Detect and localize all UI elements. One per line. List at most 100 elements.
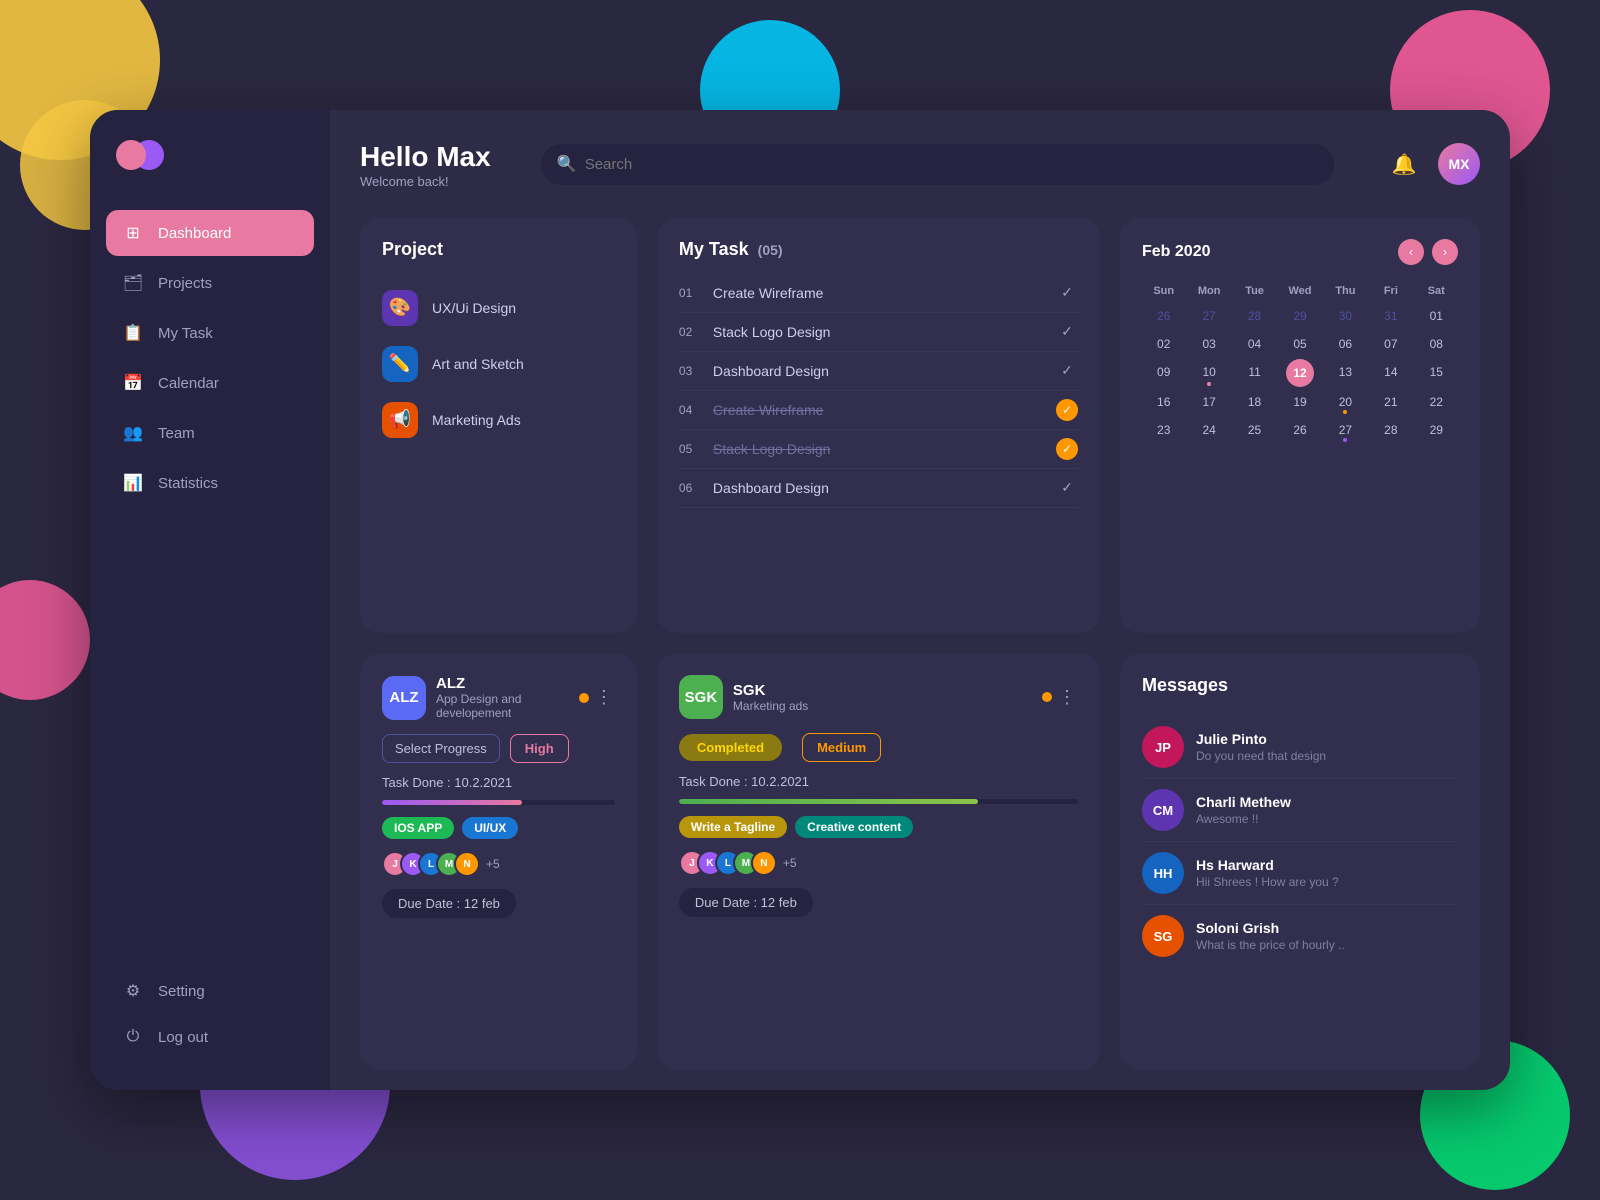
cal-day[interactable]: 07 [1369, 331, 1412, 357]
search-container: 🔍 [541, 144, 1334, 185]
statistics-icon: 📊 [122, 472, 144, 494]
cal-day[interactable]: 09 [1142, 359, 1185, 387]
task-item-6[interactable]: 06 Dashboard Design ✓ [679, 469, 1078, 508]
sidebar-item-mytask[interactable]: 📋 My Task [106, 310, 314, 356]
cal-day-today[interactable]: 12 [1278, 359, 1321, 387]
project-name-ux: UX/Ui Design [432, 300, 516, 316]
cal-day[interactable]: 18 [1233, 389, 1276, 415]
cal-day[interactable]: 15 [1415, 359, 1458, 387]
project-item-marketing[interactable]: 📢 Marketing Ads [382, 392, 615, 448]
cal-day[interactable]: 21 [1369, 389, 1412, 415]
cal-day[interactable]: 17 [1187, 389, 1230, 415]
msg-avatar-1: JP [1142, 726, 1184, 768]
cal-day[interactable]: 29 [1278, 303, 1321, 329]
task-item-4[interactable]: 04 Create Wireframe ✓ [679, 391, 1078, 430]
greeting-subtitle: Welcome back! [360, 174, 491, 189]
cal-day[interactable]: 06 [1324, 331, 1367, 357]
task-card-title: My Task (05) [679, 239, 783, 260]
cal-day[interactable]: 08 [1415, 331, 1458, 357]
cal-header-tue: Tue [1233, 281, 1276, 301]
msg-name-4: Soloni Grish [1196, 920, 1345, 936]
cal-day-27[interactable]: 27 [1324, 417, 1367, 443]
alz-avatar-5: N [454, 851, 480, 877]
msg-preview-1: Do you need that design [1196, 749, 1326, 763]
cal-day[interactable]: 26 [1278, 417, 1321, 443]
alz-name: ALZ [436, 675, 579, 692]
user-avatar-button[interactable]: MX [1438, 143, 1480, 185]
calendar-prev-button[interactable]: ‹ [1398, 239, 1424, 265]
cal-day[interactable]: 01 [1415, 303, 1458, 329]
alz-task-done: Task Done : 10.2.2021 [382, 775, 615, 790]
project-card-title: Project [382, 239, 615, 260]
cal-day[interactable]: 28 [1233, 303, 1276, 329]
sidebar-label-projects: Projects [158, 275, 212, 292]
header: Hello Max Welcome back! 🔍 🔔 MX [360, 140, 1480, 189]
sidebar-label-dashboard: Dashboard [158, 225, 231, 242]
cal-day[interactable]: 22 [1415, 389, 1458, 415]
sidebar-item-projects[interactable]: 🗂 Projects [106, 260, 314, 306]
calendar-next-button[interactable]: › [1432, 239, 1458, 265]
cal-day-20[interactable]: 20 [1324, 389, 1367, 415]
cal-day[interactable]: 31 [1369, 303, 1412, 329]
cal-day[interactable]: 23 [1142, 417, 1185, 443]
sidebar-item-calendar[interactable]: 📅 Calendar [106, 360, 314, 406]
sidebar-label-logout: Log out [158, 1029, 208, 1046]
calendar-card: Feb 2020 ‹ › Sun Mon Tue Wed Thu Fri Sat… [1120, 217, 1480, 634]
cal-day[interactable]: 04 [1233, 331, 1276, 357]
msg-preview-4: What is the price of hourly .. [1196, 938, 1345, 952]
task-item-1[interactable]: 01 Create Wireframe ✓ [679, 274, 1078, 313]
cal-day[interactable]: 02 [1142, 331, 1185, 357]
cal-day[interactable]: 11 [1233, 359, 1276, 387]
sgk-dot-menu[interactable]: ⋮ [1058, 687, 1078, 708]
sidebar-item-team[interactable]: 👥 Team [106, 410, 314, 456]
logout-icon: ⏻ [122, 1026, 144, 1048]
project-icon-ux: 🎨 [382, 290, 418, 326]
sidebar-item-logout[interactable]: ⏻ Log out [106, 1014, 314, 1060]
project-item-ux[interactable]: 🎨 UX/Ui Design [382, 280, 615, 336]
sidebar-item-setting[interactable]: ⚙ Setting [106, 968, 314, 1014]
cal-day[interactable]: 27 [1187, 303, 1230, 329]
msg-avatar-4: SG [1142, 915, 1184, 957]
cal-day[interactable]: 26 [1142, 303, 1185, 329]
msg-item-1[interactable]: JP Julie Pinto Do you need that design [1142, 716, 1458, 779]
msg-item-2[interactable]: CM Charli Methew Awesome !! [1142, 779, 1458, 842]
cal-day[interactable]: 24 [1187, 417, 1230, 443]
sgk-due-date-badge: Due Date : 12 feb [679, 888, 813, 917]
alz-dot-menu[interactable]: ⋮ [595, 687, 615, 708]
notifications-button[interactable]: 🔔 [1384, 144, 1424, 184]
cal-day[interactable]: 28 [1369, 417, 1412, 443]
setting-icon: ⚙ [122, 980, 144, 1002]
msg-item-3[interactable]: HH Hs Harward Hii Shrees ! How are you ? [1142, 842, 1458, 905]
sgk-menu: ⋮ [1042, 687, 1078, 708]
msg-avatar-3: HH [1142, 852, 1184, 894]
alz-progress-select[interactable]: Select Progress [382, 734, 500, 763]
task-item-3[interactable]: 03 Dashboard Design ✓ [679, 352, 1078, 391]
cal-day[interactable]: 05 [1278, 331, 1321, 357]
task-item-5[interactable]: 05 Stack Logo Design ✓ [679, 430, 1078, 469]
sgk-tag-tagline: Write a Tagline [679, 816, 787, 838]
sidebar-item-statistics[interactable]: 📊 Statistics [106, 460, 314, 506]
alz-priority-badge: High [510, 734, 569, 763]
cal-day[interactable]: 30 [1324, 303, 1367, 329]
cal-day[interactable]: 13 [1324, 359, 1367, 387]
sidebar-label-calendar: Calendar [158, 375, 219, 392]
search-input[interactable] [541, 144, 1334, 185]
alz-due-date-badge: Due Date : 12 feb [382, 889, 516, 918]
cal-day[interactable]: 29 [1415, 417, 1458, 443]
task-card-header: My Task (05) [679, 239, 1078, 260]
cal-day[interactable]: 25 [1233, 417, 1276, 443]
task-item-2[interactable]: 02 Stack Logo Design ✓ [679, 313, 1078, 352]
cal-day[interactable]: 19 [1278, 389, 1321, 415]
msg-item-4[interactable]: SG Soloni Grish What is the price of hou… [1142, 905, 1458, 967]
cal-day[interactable]: 14 [1369, 359, 1412, 387]
project-item-art[interactable]: ✏️ Art and Sketch [382, 336, 615, 392]
app-container: ⊞ Dashboard 🗂 Projects 📋 My Task 📅 Calen… [90, 110, 1510, 1090]
cal-day[interactable]: 16 [1142, 389, 1185, 415]
alz-info: ALZ App Design and developement [436, 675, 579, 720]
sidebar-item-dashboard[interactable]: ⊞ Dashboard [106, 210, 314, 256]
search-icon: 🔍 [557, 154, 577, 174]
cal-day[interactable]: 03 [1187, 331, 1230, 357]
alz-avatars: J K L M N +5 [382, 851, 615, 877]
dashboard-grid: Project 🎨 UX/Ui Design ✏️ Art and Sketch… [360, 217, 1480, 1070]
cal-day-10[interactable]: 10 [1187, 359, 1230, 387]
